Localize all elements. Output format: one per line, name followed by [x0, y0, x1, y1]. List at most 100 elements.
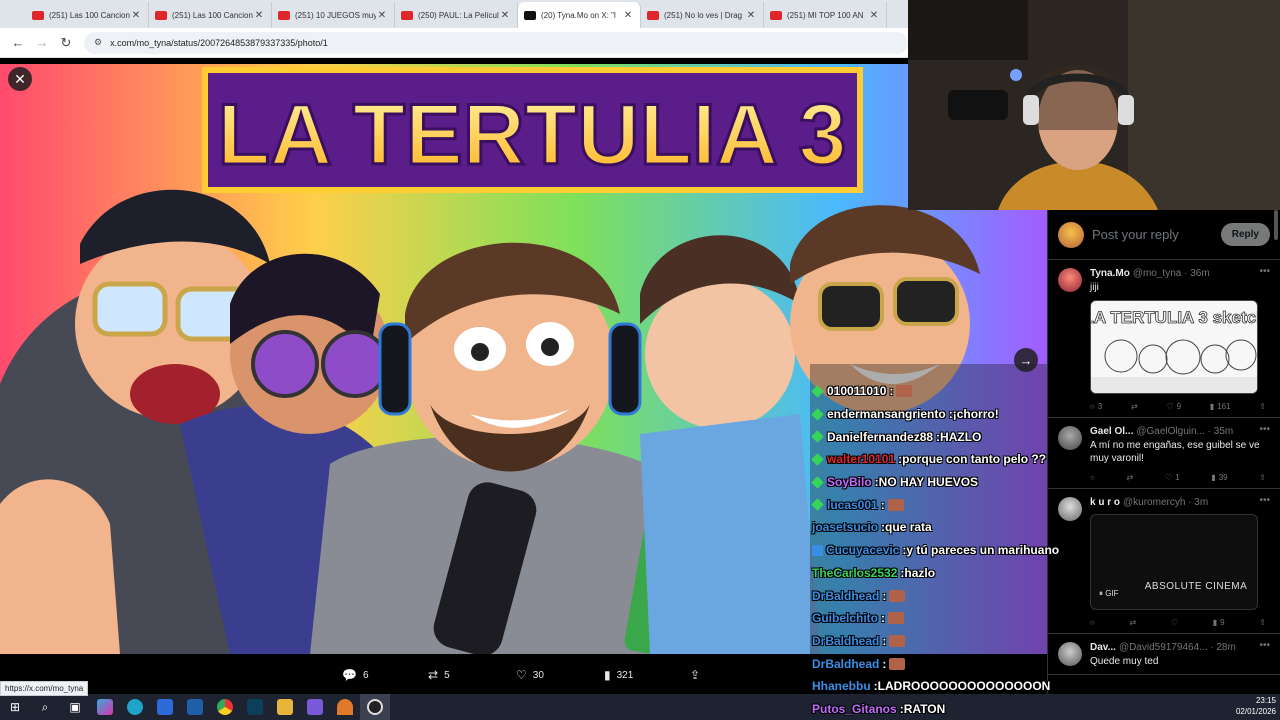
tweet[interactable]: Dav... @David59179464... · 28m ••• Quede …	[1048, 634, 1280, 675]
tweet-media-image[interactable]: LA TERTULIA 3 sketch	[1090, 300, 1258, 394]
youtube-icon	[278, 10, 290, 20]
repost-stat[interactable]: ⇄	[1130, 618, 1137, 627]
tweet-author-name[interactable]: k u r o	[1090, 497, 1120, 508]
reply-stat[interactable]: ○	[1090, 473, 1095, 482]
chat-username: joasetsucio	[812, 520, 879, 535]
chat-username: endermansangriento	[827, 407, 946, 422]
reload-icon[interactable]: ↻	[54, 31, 78, 55]
panel-scrollbar[interactable]	[1274, 210, 1278, 240]
tweet[interactable]: k u r o @kuromercyh · 3m ••• ⏸ GIF ABSOLU…	[1048, 489, 1280, 634]
clock-date: 02/01/2026	[1235, 707, 1276, 716]
close-icon[interactable]: ✕	[868, 10, 880, 21]
chat-username: 010011010	[827, 384, 887, 399]
like-stat[interactable]: ♡ 9	[1166, 402, 1181, 411]
tweet-author-name[interactable]: Gael Ol...	[1090, 426, 1133, 437]
tab-title: (251) Las 100 Cancion	[172, 10, 253, 20]
search-icon[interactable]: ⌕	[30, 694, 60, 720]
next-photo-button[interactable]: →	[1014, 348, 1038, 372]
url-field[interactable]: ⚙ x.com/mo_tyna/status/20072648538793373…	[84, 31, 908, 54]
reply-submit-button[interactable]: Reply	[1220, 223, 1270, 246]
close-icon[interactable]: ✕	[376, 10, 388, 21]
chat-emote-icon	[889, 657, 906, 670]
repost-stat[interactable]: ⇄	[1131, 402, 1138, 411]
share-button[interactable]: ⇪	[690, 668, 700, 682]
chat-username: Hhanebbu	[812, 679, 871, 694]
repost-button[interactable]: ⇄ 5	[428, 668, 450, 682]
repost-count: 5	[444, 669, 450, 681]
copilot-icon[interactable]	[90, 694, 120, 720]
more-options-icon[interactable]: •••	[1259, 495, 1270, 506]
close-photo-button[interactable]: ✕	[8, 67, 32, 91]
repost-stat[interactable]: ⇄	[1127, 473, 1134, 482]
windows-start-icon[interactable]: ⊞	[0, 694, 30, 720]
vegas-icon[interactable]	[240, 694, 270, 720]
site-info-icon[interactable]: ⚙	[94, 37, 102, 48]
views-count: 161	[1217, 402, 1231, 411]
close-icon[interactable]: ✕	[622, 10, 634, 21]
reply-button[interactable]: 💬 6	[342, 668, 369, 682]
youtube-icon	[32, 10, 44, 20]
browser-tab-active[interactable]: (20) Tyna.Mo on X: "l ✕	[518, 2, 641, 28]
close-icon[interactable]: ✕	[130, 10, 142, 21]
reply-input[interactable]: Post your reply	[1092, 227, 1221, 242]
tweet-handle: @GaelOlguin... · 35m	[1136, 426, 1234, 437]
views-stat[interactable]: ▮ 161	[1210, 402, 1231, 411]
task-view-icon[interactable]: ▣	[60, 694, 90, 720]
views-stat[interactable]: ▮ 9	[1213, 618, 1225, 627]
discord-icon[interactable]	[300, 694, 330, 720]
views-stat[interactable]: ▮ 39	[1211, 473, 1227, 482]
store-icon[interactable]	[150, 694, 180, 720]
browser-tab[interactable]: (251) No lo ves | Drag ✕	[641, 2, 764, 28]
taskbar: ⊞ ⌕ ▣ 23:15 02/01/2026	[0, 694, 1280, 720]
back-arrow-icon[interactable]: ←	[6, 31, 30, 55]
tweet[interactable]: Tyna.Mo @mo_tyna · 36m ••• jiji LA TERTUL…	[1048, 260, 1280, 418]
chat-username: Danielfernandez88	[827, 429, 934, 444]
sketch-image: LA TERTULIA 3 sketch	[1091, 301, 1257, 393]
close-icon[interactable]: ✕	[499, 10, 511, 21]
link-status-url: https://x.com/mo_tyna	[0, 681, 89, 696]
more-options-icon[interactable]: •••	[1259, 424, 1270, 435]
close-icon[interactable]: ✕	[253, 10, 265, 21]
like-stat[interactable]: ♡ 1	[1165, 473, 1180, 482]
file-explorer-icon[interactable]	[270, 694, 300, 720]
tab-title: (20) Tyna.Mo on X: "l	[541, 10, 616, 20]
edge-icon[interactable]	[120, 694, 150, 720]
views-button[interactable]: ▮ 321	[604, 668, 633, 682]
browser-tab[interactable]: (251) 10 JUEGOS muy ✕	[272, 2, 395, 28]
address-bar: ← → ↻ ⚙ x.com/mo_tyna/status/20072648538…	[0, 28, 908, 58]
app-icon[interactable]	[330, 694, 360, 720]
reply-icon: 💬	[342, 668, 357, 682]
chat-message: endermansangriento : ¡chorro!	[811, 403, 1072, 426]
chat-message: lucas001 :	[811, 493, 1072, 516]
tab-title: (251) Las 100 Cancion	[49, 10, 130, 20]
chat-separator: :	[880, 497, 885, 512]
forward-arrow-icon[interactable]: →	[30, 31, 54, 55]
tweet[interactable]: Gael Ol... @GaelOlguin... · 35m ••• A mí …	[1048, 418, 1280, 489]
share-icon[interactable]: ⇪	[1259, 473, 1266, 482]
browser-tab[interactable]: (251) Las 100 Cancion ✕	[149, 2, 272, 28]
share-icon[interactable]: ⇪	[1259, 618, 1266, 627]
chat-emote-icon	[896, 385, 913, 398]
browser-tab[interactable]: (251) Las 100 Cancion ✕	[26, 2, 149, 28]
tweet-gif[interactable]: ⏸ GIF ABSOLUTE CINEMA	[1090, 514, 1258, 610]
share-icon: ⇪	[690, 668, 701, 682]
chrome-icon[interactable]	[210, 694, 240, 720]
tweet-author-name[interactable]: Dav...	[1090, 642, 1116, 653]
more-options-icon[interactable]: •••	[1259, 640, 1270, 651]
reply-stat[interactable]: ○ 3	[1090, 402, 1102, 411]
obs-icon[interactable]	[360, 694, 390, 720]
tweet-author-name[interactable]: Tyna.Mo	[1090, 268, 1130, 279]
close-icon[interactable]: ✕	[745, 10, 757, 21]
reply-count: 6	[362, 669, 369, 681]
share-icon[interactable]: ⇪	[1259, 402, 1266, 411]
browser-tab[interactable]: (251) MI TOP 100 AN ✕	[764, 2, 887, 28]
more-options-icon[interactable]: •••	[1259, 266, 1270, 277]
chat-emote-icon	[887, 498, 904, 511]
like-stat[interactable]: ♡	[1171, 618, 1178, 627]
like-button[interactable]: ♡ 30	[516, 668, 544, 682]
browser-tab[interactable]: (250) PAUL: La Películ ✕	[395, 2, 518, 28]
mail-icon[interactable]	[180, 694, 210, 720]
system-clock[interactable]: 23:15 02/01/2026	[1236, 695, 1276, 717]
youtube-icon	[155, 10, 167, 20]
reply-stat[interactable]: ○	[1090, 618, 1095, 627]
